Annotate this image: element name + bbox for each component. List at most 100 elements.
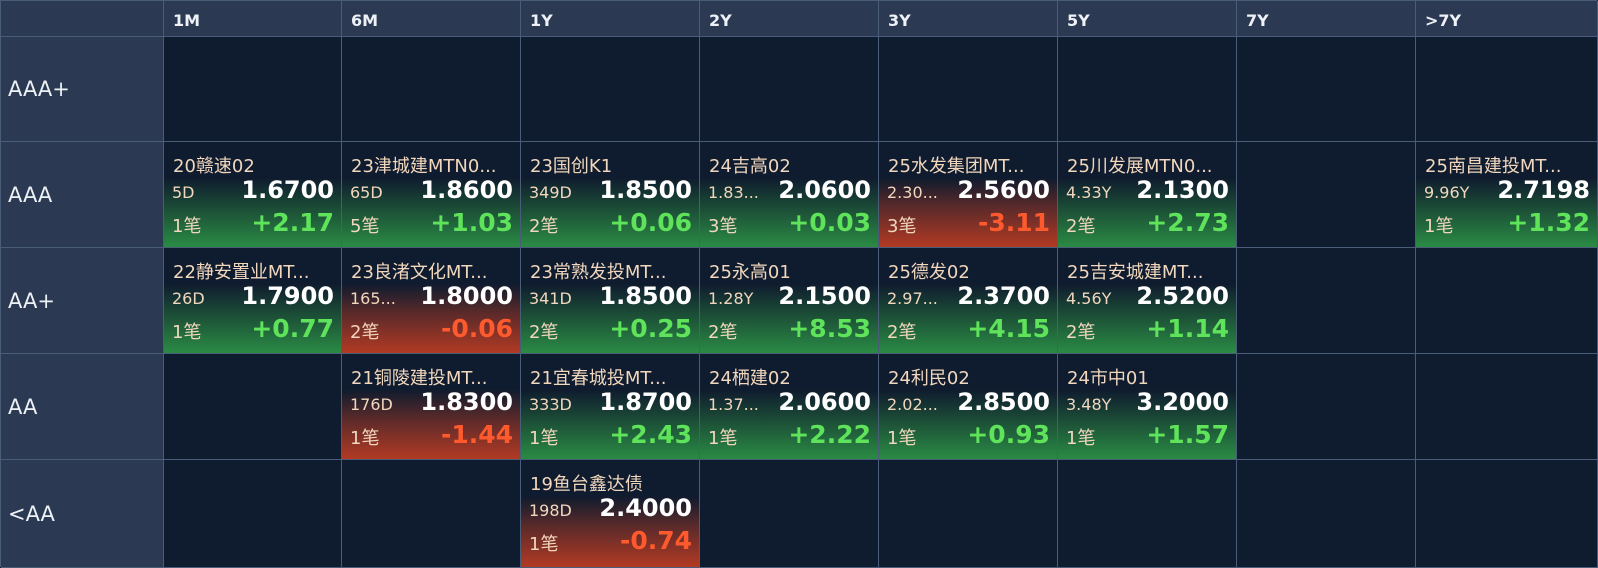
row-header[interactable]: AA xyxy=(1,354,164,460)
bond-name[interactable]: 21宜春城投MT... xyxy=(530,364,693,390)
bond-name[interactable]: 25德发02 xyxy=(888,258,1051,284)
bond-yield: 3.2000 xyxy=(1136,388,1229,416)
bond-cell[interactable]: 25永高01 1.28Y 2.1500 2笔 +8.53 xyxy=(700,248,879,354)
bond-name[interactable]: 23常熟发投MT... xyxy=(530,258,693,284)
bond-term: 1.28Y xyxy=(708,289,754,308)
empty-cell xyxy=(1416,248,1598,354)
yield-change: -3.11 xyxy=(977,208,1050,237)
bond-yield: 1.8300 xyxy=(420,388,513,416)
bond-name[interactable]: 25水发集团MT... xyxy=(888,152,1051,178)
column-header[interactable]: 3Y xyxy=(879,1,1058,37)
column-header[interactable]: 2Y xyxy=(700,1,879,37)
rating-term-matrix: 1M 6M 1Y 2Y 3Y 5Y 7Y >7Y AAA+ AAA 20赣速02 5D 1.6700 1笔… xyxy=(0,0,1598,568)
bond-name[interactable]: 25川发展MTN0... xyxy=(1067,152,1230,178)
bond-yield: 2.3700 xyxy=(957,282,1050,310)
empty-cell xyxy=(1237,37,1416,142)
bond-cell[interactable]: 25川发展MTN0... 4.33Y 2.1300 2笔 +2.73 xyxy=(1058,142,1237,248)
yield-change: +2.43 xyxy=(609,420,692,449)
trade-count: 2笔 xyxy=(350,322,380,343)
yield-change: +0.93 xyxy=(967,420,1050,449)
bond-name[interactable]: 24栖建02 xyxy=(709,364,872,390)
bond-term: 65D xyxy=(350,183,383,202)
trade-count: 1笔 xyxy=(1066,428,1096,449)
trade-count: 2笔 xyxy=(529,216,559,237)
empty-cell xyxy=(164,460,342,568)
bond-name[interactable]: 24市中01 xyxy=(1067,364,1230,390)
empty-cell xyxy=(700,460,879,568)
bond-yield: 2.5600 xyxy=(957,176,1050,204)
bond-cell[interactable]: 23常熟发投MT... 341D 1.8500 2笔 +0.25 xyxy=(521,248,700,354)
bond-term: 341D xyxy=(529,289,572,308)
bond-term: 4.33Y xyxy=(1066,183,1112,202)
empty-cell xyxy=(164,354,342,460)
bond-name[interactable]: 23国创K1 xyxy=(530,152,693,178)
bond-yield: 2.8500 xyxy=(957,388,1050,416)
empty-cell xyxy=(164,37,342,142)
trade-count: 3笔 xyxy=(708,216,738,237)
yield-change: +1.03 xyxy=(430,208,513,237)
bond-cell[interactable]: 21铜陵建投MT... 176D 1.8300 1笔 -1.44 xyxy=(342,354,521,460)
yield-change: +4.15 xyxy=(967,314,1050,343)
bond-name[interactable]: 23津城建MTN0... xyxy=(351,152,514,178)
column-header[interactable]: >7Y xyxy=(1416,1,1598,37)
trade-count: 2笔 xyxy=(887,322,917,343)
bond-cell[interactable]: 25南昌建投MT... 9.96Y 2.7198 1笔 +1.32 xyxy=(1416,142,1598,248)
bond-yield: 1.8600 xyxy=(420,176,513,204)
row-header[interactable]: AA+ xyxy=(1,248,164,354)
column-header[interactable]: 6M xyxy=(342,1,521,37)
empty-cell xyxy=(1416,460,1598,568)
empty-cell xyxy=(521,37,700,142)
trade-count: 2笔 xyxy=(708,322,738,343)
bond-term: 1.37... xyxy=(708,395,759,414)
bond-cell[interactable]: 24利民02 2.02... 2.8500 1笔 +0.93 xyxy=(879,354,1058,460)
bond-name[interactable]: 19鱼台鑫达债 xyxy=(530,470,693,496)
bond-cell[interactable]: 20赣速02 5D 1.6700 1笔 +2.17 xyxy=(164,142,342,248)
yield-change: +0.03 xyxy=(788,208,871,237)
bond-cell[interactable]: 23国创K1 349D 1.8500 2笔 +0.06 xyxy=(521,142,700,248)
bond-cell[interactable]: 22静安置业MT... 26D 1.7900 1笔 +0.77 xyxy=(164,248,342,354)
empty-cell xyxy=(1058,460,1237,568)
row-header[interactable]: <AA xyxy=(1,460,164,568)
bond-cell[interactable]: 25吉安城建MT... 4.56Y 2.5200 2笔 +1.14 xyxy=(1058,248,1237,354)
bond-name[interactable]: 25南昌建投MT... xyxy=(1425,152,1591,178)
yield-change: -0.74 xyxy=(619,526,692,555)
bond-name[interactable]: 23良渚文化MT... xyxy=(351,258,514,284)
trade-count: 1笔 xyxy=(172,216,202,237)
bond-cell[interactable]: 23良渚文化MT... 165... 1.8000 2笔 -0.06 xyxy=(342,248,521,354)
bond-term: 333D xyxy=(529,395,572,414)
bond-cell[interactable]: 19鱼台鑫达债 198D 2.4000 1笔 -0.74 xyxy=(521,460,700,568)
empty-cell xyxy=(1237,460,1416,568)
bond-cell[interactable]: 23津城建MTN0... 65D 1.8600 5笔 +1.03 xyxy=(342,142,521,248)
row-header[interactable]: AAA+ xyxy=(1,37,164,142)
column-header[interactable]: 7Y xyxy=(1237,1,1416,37)
bond-name[interactable]: 24利民02 xyxy=(888,364,1051,390)
bond-cell[interactable]: 24市中01 3.48Y 3.2000 1笔 +1.57 xyxy=(1058,354,1237,460)
trade-count: 5笔 xyxy=(350,216,380,237)
bond-name[interactable]: 22静安置业MT... xyxy=(173,258,335,284)
trade-count: 2笔 xyxy=(1066,216,1096,237)
row-header[interactable]: AAA xyxy=(1,142,164,248)
bond-name[interactable]: 20赣速02 xyxy=(173,152,335,178)
yield-change: +0.77 xyxy=(251,314,334,343)
bond-cell[interactable]: 24吉高02 1.83... 2.0600 3笔 +0.03 xyxy=(700,142,879,248)
column-header[interactable]: 1Y xyxy=(521,1,700,37)
bond-cell[interactable]: 24栖建02 1.37... 2.0600 1笔 +2.22 xyxy=(700,354,879,460)
bond-name[interactable]: 25永高01 xyxy=(709,258,872,284)
bond-name[interactable]: 24吉高02 xyxy=(709,152,872,178)
bond-term: 176D xyxy=(350,395,393,414)
bond-name[interactable]: 25吉安城建MT... xyxy=(1067,258,1230,284)
bond-name[interactable]: 21铜陵建投MT... xyxy=(351,364,514,390)
bond-cell[interactable]: 21宜春城投MT... 333D 1.8700 1笔 +2.43 xyxy=(521,354,700,460)
column-header[interactable]: 5Y xyxy=(1058,1,1237,37)
bond-term: 1.83... xyxy=(708,183,759,202)
empty-cell xyxy=(1416,37,1598,142)
bond-term: 5D xyxy=(172,183,195,202)
yield-change: +2.73 xyxy=(1146,208,1229,237)
trade-count: 1笔 xyxy=(887,428,917,449)
empty-cell xyxy=(1237,248,1416,354)
bond-yield: 1.8500 xyxy=(599,282,692,310)
bond-term: 2.97... xyxy=(887,289,938,308)
bond-cell[interactable]: 25德发02 2.97... 2.3700 2笔 +4.15 xyxy=(879,248,1058,354)
column-header[interactable]: 1M xyxy=(164,1,342,37)
bond-cell[interactable]: 25水发集团MT... 2.30... 2.5600 3笔 -3.11 xyxy=(879,142,1058,248)
